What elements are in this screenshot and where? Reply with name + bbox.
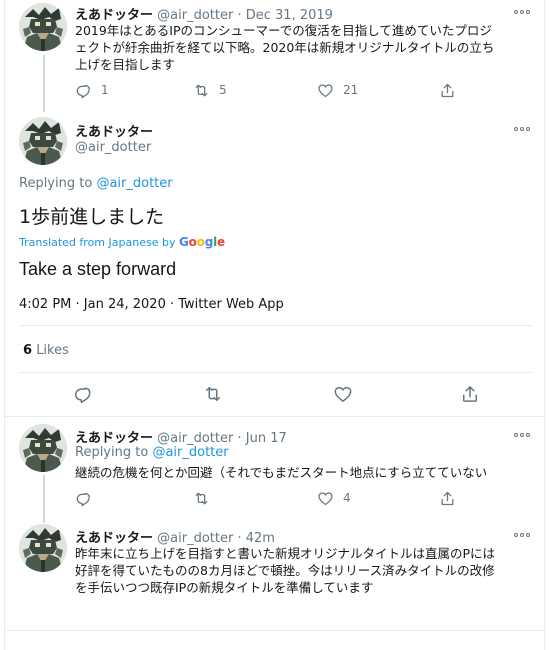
retweet-icon [193, 490, 210, 507]
google-logo: Google [179, 235, 225, 249]
reply-button[interactable] [73, 384, 93, 404]
avatar[interactable] [19, 3, 67, 51]
avatar[interactable] [19, 424, 67, 472]
tweet-text-line: 昨年末に立ち上げを目指すと書いた新規オリジナルタイトルは直属のPには [75, 546, 496, 561]
like-count: 21 [343, 83, 359, 97]
google-letter: e [217, 235, 225, 249]
more-icon[interactable] [513, 430, 531, 440]
translation-attribution[interactable]: Translated from Japanese by Google [19, 235, 225, 249]
tweet-thread: えあドッター @air_dotter · Dec 31, 2019 2019年は… [4, 0, 545, 650]
divider [19, 372, 532, 373]
tweet-text-line: ェクトが紆余曲折を経て以下略。2020年は新規オリジナルタイトルの立ち [75, 40, 495, 55]
likes-stat[interactable]: 6 Likes [23, 343, 69, 358]
reply-button[interactable] [75, 488, 92, 508]
tweet-text-line: 2019年はとあるIPのコンシューマーでの復活を目指して進めていたプロジ [75, 23, 492, 38]
reply-count: 1 [101, 83, 109, 97]
replying-to: Replying to @air_dotter [75, 445, 229, 460]
thread-connector-line [43, 475, 45, 523]
google-letter: o [188, 235, 197, 249]
divider [5, 630, 544, 631]
tweet-date[interactable]: Dec 31, 2019 [246, 8, 333, 23]
display-name[interactable]: えあドッター [75, 531, 153, 546]
replying-to-handle[interactable]: @air_dotter [152, 445, 228, 460]
tweet-text: 2019年はとあるIPのコンシューマーでの復活を目指して進めていたプロジ ェクト… [75, 22, 535, 73]
tweet-timestamp[interactable]: 4:02 PM · Jan 24, 2020 · Twitter Web App [19, 297, 284, 312]
separator-dot: · [237, 431, 242, 446]
avatar-image [19, 3, 67, 51]
thread-connector-line [43, 55, 45, 112]
share-button[interactable] [460, 384, 480, 404]
separator-dot: · [237, 8, 242, 23]
tweet-header: えあドッター @air_dotter · 42m [75, 527, 275, 546]
tweet-text: 継続の危機を何とか回避（それでもまだスタート地点にすら立てていない [75, 465, 488, 480]
divider [5, 416, 544, 417]
main-user-handle[interactable]: @air_dotter [75, 140, 151, 155]
retweet-button[interactable]: 5 [193, 80, 227, 100]
retweet-icon [203, 384, 223, 404]
display-name[interactable]: えあドッター [75, 431, 153, 446]
like-button[interactable]: 21 [317, 80, 358, 100]
replying-to: Replying to @air_dotter [19, 176, 173, 191]
avatar-image [19, 524, 67, 572]
replying-to-handle[interactable]: @air_dotter [96, 176, 172, 191]
like-icon [317, 82, 334, 99]
share-button[interactable] [439, 80, 456, 100]
avatar[interactable] [19, 117, 67, 165]
tweet-actions: 1 5 21 [75, 80, 475, 100]
reply-icon [73, 384, 93, 404]
display-name[interactable]: えあドッター [75, 8, 153, 23]
translated-text: Take a step forward [19, 259, 177, 279]
share-icon [460, 384, 480, 404]
more-icon[interactable] [513, 124, 531, 134]
avatar[interactable] [19, 524, 67, 572]
google-letter: G [178, 235, 189, 249]
reply-icon [75, 82, 92, 99]
share-icon [439, 82, 456, 99]
main-tweet-actions [73, 384, 483, 404]
google-letter: o [196, 235, 205, 249]
tweet-date[interactable]: 42m [246, 531, 275, 546]
translated-from-label[interactable]: Translated from Japanese by [19, 236, 175, 249]
tweet-actions: 4 [75, 488, 475, 508]
likes-count: 6 [23, 343, 33, 358]
reply-icon [75, 490, 92, 507]
like-icon [317, 490, 334, 507]
tweet-date[interactable]: Jun 17 [246, 431, 287, 446]
like-icon [333, 384, 353, 404]
retweet-icon [193, 82, 210, 99]
retweet-button[interactable] [193, 488, 210, 508]
tweet-text-line: 好評を得ていたものの8カ月ほどで頓挫。今はリリース済みタイトルの改修 [75, 563, 495, 578]
more-icon[interactable] [513, 7, 531, 17]
retweet-button[interactable] [203, 384, 223, 404]
tweet-text-line: 上げを目指します [75, 57, 176, 72]
likes-label: Likes [36, 343, 69, 358]
share-icon [439, 490, 456, 507]
tweet-text-line: を手伝いつつ既存IPの新規タイトルを準備しています [75, 580, 374, 595]
replying-to-label: Replying to [75, 445, 149, 460]
avatar-image [19, 424, 67, 472]
tweet-text: 昨年末に立ち上げを目指すと書いた新規オリジナルタイトルは直属のPには 好評を得て… [75, 545, 537, 596]
user-handle[interactable]: @air_dotter [75, 140, 151, 155]
like-button[interactable]: 4 [317, 488, 351, 508]
main-tweet-text: 1歩前進しました [19, 206, 165, 228]
more-icon[interactable] [513, 530, 531, 540]
reply-button[interactable]: 1 [75, 80, 109, 100]
like-button[interactable] [333, 384, 353, 404]
tweet-header: えあドッター @air_dotter · Dec 31, 2019 [75, 4, 333, 23]
user-handle[interactable]: @air_dotter [157, 531, 233, 546]
retweet-count: 5 [219, 83, 227, 97]
main-display-name[interactable]: えあドッター [75, 121, 153, 140]
separator-dot: · [237, 531, 242, 546]
divider [19, 325, 532, 326]
share-button[interactable] [439, 488, 456, 508]
user-handle[interactable]: @air_dotter [157, 431, 233, 446]
display-name[interactable]: えあドッター [75, 125, 153, 140]
like-count: 4 [343, 491, 351, 505]
google-letter: g [204, 235, 214, 249]
avatar-image [19, 117, 67, 165]
tweet-header: えあドッター @air_dotter · Jun 17 [75, 427, 287, 446]
replying-to-label: Replying to [19, 176, 93, 191]
user-handle[interactable]: @air_dotter [157, 8, 233, 23]
